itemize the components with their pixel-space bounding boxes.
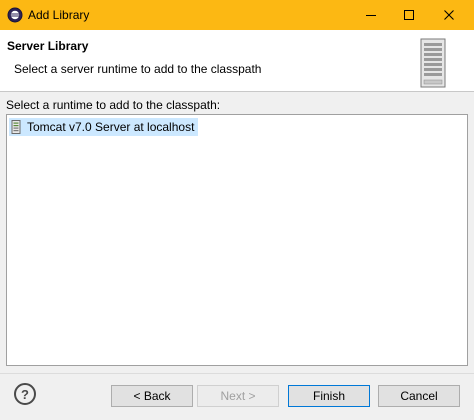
title-bar[interactable]: Add Library (0, 0, 474, 30)
window-title: Add Library (28, 8, 90, 22)
maximize-icon (404, 10, 414, 20)
eclipse-app-icon (7, 7, 23, 23)
list-item-label: Tomcat v7.0 Server at localhost (27, 120, 195, 134)
next-button[interactable]: Next > (197, 385, 279, 407)
help-icon: ? (21, 386, 29, 402)
footer-divider (0, 373, 474, 374)
server-tower-icon (420, 38, 446, 88)
runtime-list-label: Select a runtime to add to the classpath… (6, 98, 221, 112)
finish-button[interactable]: Finish (288, 385, 370, 407)
page-title: Server Library (7, 39, 89, 53)
close-button[interactable] (430, 0, 468, 30)
page-description: Select a server runtime to add to the cl… (14, 62, 262, 76)
runtime-list[interactable]: Tomcat v7.0 Server at localhost (6, 114, 468, 366)
maximize-button[interactable] (390, 0, 428, 30)
close-icon (444, 10, 454, 20)
help-button[interactable]: ? (14, 383, 36, 405)
wizard-header: Server Library Select a server runtime t… (0, 30, 474, 92)
server-runtime-icon (11, 120, 21, 134)
list-item[interactable]: Tomcat v7.0 Server at localhost (9, 118, 199, 136)
cancel-button[interactable]: Cancel (378, 385, 460, 407)
minimize-button[interactable] (352, 0, 390, 30)
back-button[interactable]: < Back (111, 385, 193, 407)
minimize-icon (366, 15, 376, 16)
